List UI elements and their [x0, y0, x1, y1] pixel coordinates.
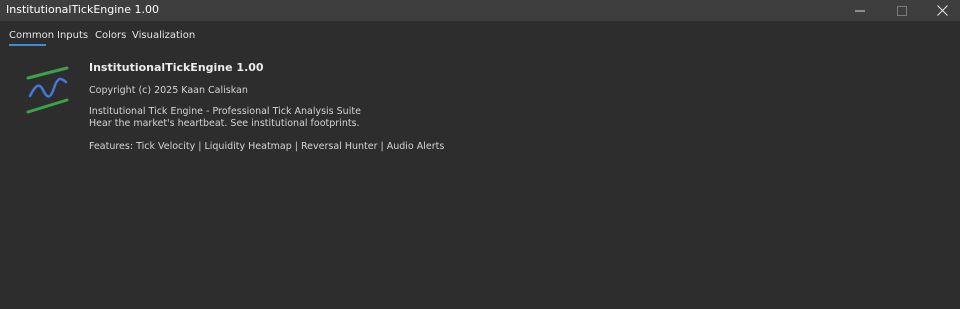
- minimize-icon: [855, 10, 865, 11]
- maximize-button[interactable]: [880, 0, 924, 21]
- features-text: Features: Tick Velocity | Liquidity Heat…: [89, 141, 445, 152]
- tab-bar: Common Inputs Colors Visualization: [0, 26, 960, 48]
- description-line-1: Institutional Tick Engine - Professional…: [89, 106, 361, 117]
- close-icon: [936, 5, 948, 16]
- close-button[interactable]: [920, 0, 960, 21]
- tab-common[interactable]: Common: [9, 30, 54, 41]
- app-name-heading: InstitutionalTickEngine 1.00: [89, 61, 264, 74]
- tab-colors[interactable]: Colors: [95, 30, 126, 41]
- description-line-2: Hear the market's heartbeat. See institu…: [89, 118, 360, 129]
- maximize-icon: [897, 5, 907, 16]
- minimize-button[interactable]: [838, 0, 882, 21]
- indicator-wave-logo-icon: [26, 66, 70, 114]
- active-tab-indicator: [9, 44, 46, 46]
- title-bar[interactable]: InstitutionalTickEngine 1.00: [0, 0, 960, 21]
- copyright-text: Copyright (c) 2025 Kaan Caliskan: [89, 85, 248, 96]
- tab-inputs[interactable]: Inputs: [57, 30, 88, 41]
- window-title: InstitutionalTickEngine 1.00: [6, 3, 160, 16]
- dialog-window: InstitutionalTickEngine 1.00 Common Inpu…: [0, 0, 960, 309]
- tab-visualization[interactable]: Visualization: [132, 30, 195, 41]
